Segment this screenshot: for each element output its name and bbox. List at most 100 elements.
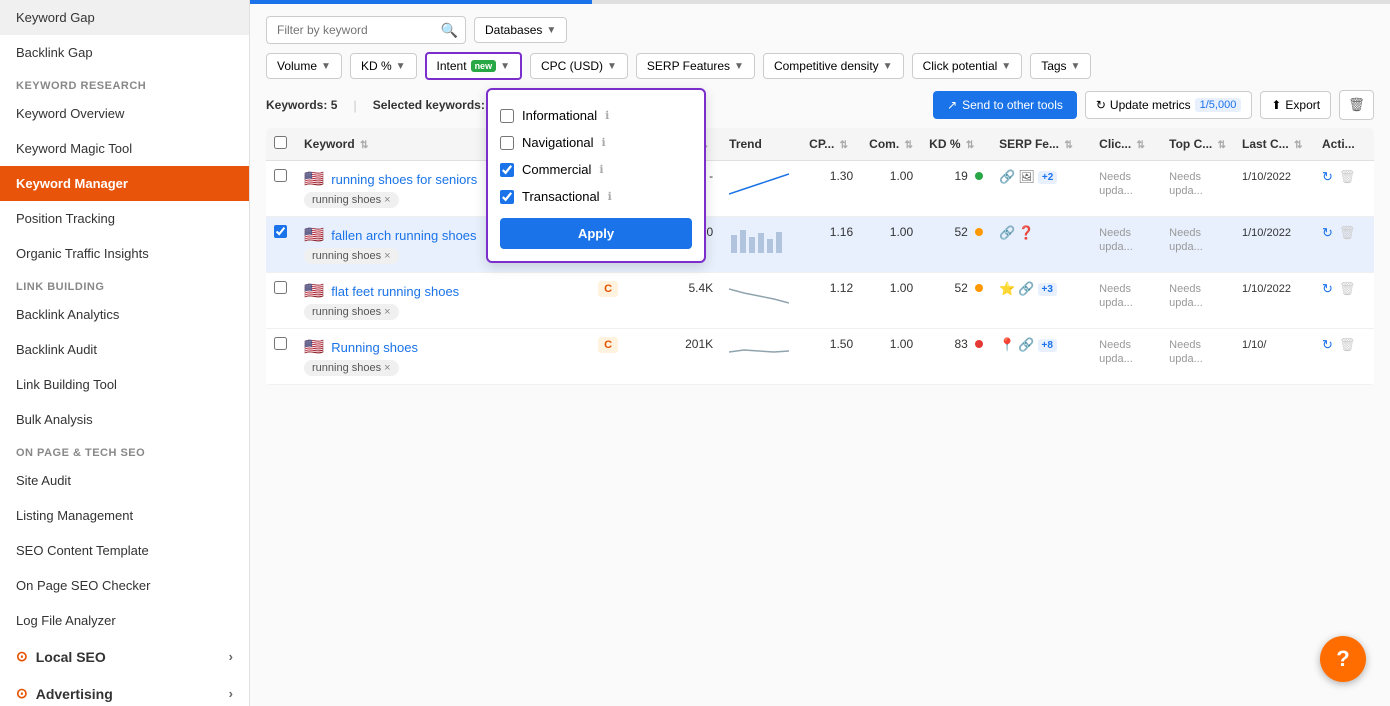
- sidebar-item-keyword-magic-tool[interactable]: Keyword Magic Tool: [0, 131, 249, 166]
- sidebar-item-link-building-tool[interactable]: Link Building Tool: [0, 367, 249, 402]
- info-icon[interactable]: ℹ: [608, 190, 612, 203]
- refresh-icon: ↻: [1096, 98, 1106, 112]
- delete-row-icon[interactable]: 🗑: [1339, 225, 1356, 241]
- row-checkbox-1[interactable]: [274, 225, 287, 238]
- sort-icon[interactable]: ⇅: [840, 140, 848, 151]
- topc-value: Needs upda...: [1169, 339, 1203, 365]
- sidebar-item-seo-content-template[interactable]: SEO Content Template: [0, 533, 249, 568]
- help-button[interactable]: ?: [1320, 636, 1366, 682]
- info-icon[interactable]: ℹ: [605, 109, 609, 122]
- sort-icon[interactable]: ⇅: [1064, 140, 1072, 151]
- intent-option-navigational[interactable]: Navigational ℹ: [500, 129, 692, 156]
- delete-row-icon[interactable]: 🗑: [1339, 169, 1356, 185]
- transactional-checkbox[interactable]: [500, 190, 514, 204]
- tag-remove-icon[interactable]: ×: [384, 250, 390, 262]
- serp-icons: 🔗🖼+2: [999, 169, 1083, 185]
- click-potential-label: Click potential: [923, 59, 998, 73]
- sidebar-item-backlink-analytics[interactable]: Backlink Analytics: [0, 297, 249, 332]
- keyword-link[interactable]: flat feet running shoes: [331, 284, 459, 299]
- send-icon: ↗: [947, 98, 957, 112]
- update-metrics-button[interactable]: ↻ Update metrics 1/5,000: [1085, 91, 1252, 119]
- row-checkbox-2[interactable]: [274, 281, 287, 294]
- sort-icon[interactable]: ⇅: [1218, 140, 1226, 151]
- sort-icon[interactable]: ⇅: [1294, 140, 1302, 151]
- keywords-count: 5: [331, 98, 338, 112]
- sort-icon[interactable]: ⇅: [1137, 140, 1145, 151]
- keyword-link[interactable]: running shoes for seniors: [331, 172, 477, 187]
- intent-option-transactional[interactable]: Transactional ℹ: [500, 183, 692, 210]
- refresh-row-icon[interactable]: ↻: [1322, 169, 1333, 185]
- tag-remove-icon[interactable]: ×: [384, 362, 390, 374]
- info-icon[interactable]: ℹ: [602, 136, 606, 149]
- sort-icon[interactable]: ⇅: [360, 140, 368, 151]
- sort-icon[interactable]: ⇅: [905, 140, 913, 151]
- sidebar-item-keyword-overview[interactable]: Keyword Overview: [0, 96, 249, 131]
- tag-remove-icon[interactable]: ×: [384, 194, 390, 206]
- kd-filter[interactable]: KD % ▼: [350, 53, 417, 79]
- sidebar-item-organic-traffic-insights[interactable]: Organic Traffic Insights: [0, 236, 249, 271]
- tag-remove-icon[interactable]: ×: [384, 306, 390, 318]
- intent-filter[interactable]: Intent new ▼: [425, 52, 522, 80]
- navigational-checkbox[interactable]: [500, 136, 514, 150]
- sidebar-item-backlink-audit[interactable]: Backlink Audit: [0, 332, 249, 367]
- cpc-filter[interactable]: CPC (USD) ▼: [530, 53, 628, 79]
- click-potential-filter[interactable]: Click potential ▼: [912, 53, 1023, 79]
- trash-icon: 🗑: [1348, 97, 1365, 112]
- sidebar-item-bulk-analysis[interactable]: Bulk Analysis: [0, 402, 249, 437]
- row-checkbox-0[interactable]: [274, 169, 287, 182]
- sidebar-category-advertising[interactable]: ⊙ Advertising ›: [0, 675, 249, 706]
- databases-dropdown[interactable]: Databases ▼: [474, 17, 567, 43]
- volume-filter[interactable]: Volume ▼: [266, 53, 342, 79]
- keyword-link[interactable]: fallen arch running shoes: [331, 228, 476, 243]
- apply-button[interactable]: Apply: [500, 218, 692, 249]
- chevron-down-icon: ▼: [607, 61, 617, 72]
- sidebar-item-on-page-seo-checker[interactable]: On Page SEO Checker: [0, 568, 249, 603]
- th-trend-label: Trend: [729, 137, 762, 151]
- send-to-other-tools-button[interactable]: ↗ Send to other tools: [933, 91, 1077, 119]
- sidebar-item-keyword-gap[interactable]: Keyword Gap: [0, 0, 249, 35]
- refresh-row-icon[interactable]: ↻: [1322, 337, 1333, 353]
- th-cpc: CP... ⇅: [801, 128, 861, 161]
- tags-filter[interactable]: Tags ▼: [1030, 53, 1091, 79]
- trend-cell: [721, 217, 801, 273]
- delete-row-icon[interactable]: 🗑: [1339, 337, 1356, 353]
- refresh-row-icon[interactable]: ↻: [1322, 281, 1333, 297]
- refresh-row-icon[interactable]: ↻: [1322, 225, 1333, 241]
- commercial-label: Commercial: [522, 162, 591, 177]
- sidebar-item-listing-management[interactable]: Listing Management: [0, 498, 249, 533]
- tags-label: Tags: [1041, 59, 1066, 73]
- sidebar-item-backlink-gap[interactable]: Backlink Gap: [0, 35, 249, 70]
- competitive-density-filter[interactable]: Competitive density ▼: [763, 53, 904, 79]
- keyword-link[interactable]: Running shoes: [331, 340, 418, 355]
- category-label: Local SEO: [36, 649, 106, 665]
- serp-features-filter[interactable]: SERP Features ▼: [636, 53, 755, 79]
- select-all-checkbox[interactable]: [274, 136, 287, 149]
- sidebar-item-position-tracking[interactable]: Position Tracking: [0, 201, 249, 236]
- delete-button[interactable]: 🗑: [1339, 90, 1374, 120]
- click-cell: Needs upda...: [1091, 217, 1161, 273]
- sidebar-item-log-file-analyzer[interactable]: Log File Analyzer: [0, 603, 249, 638]
- intent-option-informational[interactable]: Informational ℹ: [500, 102, 692, 129]
- info-icon[interactable]: ℹ: [599, 163, 603, 176]
- sort-icon[interactable]: ⇅: [966, 140, 974, 151]
- section-link-building: LINK BUILDING: [0, 271, 249, 297]
- sidebar: Keyword Gap Backlink Gap KEYWORD RESEARC…: [0, 0, 250, 706]
- commercial-checkbox[interactable]: [500, 163, 514, 177]
- sidebar-item-label: Backlink Gap: [16, 45, 93, 60]
- table-header-row: Keyword ⇅ Inte... ⇅ Volu... ⇅ Trend: [266, 128, 1374, 161]
- export-button[interactable]: ⬆ Export: [1260, 91, 1331, 119]
- row-checkbox-3[interactable]: [274, 337, 287, 350]
- delete-row-icon[interactable]: 🗑: [1339, 281, 1356, 297]
- search-input[interactable]: [266, 16, 466, 44]
- chevron-down-icon: ▼: [546, 25, 556, 36]
- click-value: Needs upda...: [1099, 283, 1133, 309]
- sidebar-category-local-seo[interactable]: ⊙ Local SEO ›: [0, 638, 249, 675]
- informational-checkbox[interactable]: [500, 109, 514, 123]
- sidebar-item-keyword-manager[interactable]: Keyword Manager: [0, 166, 249, 201]
- serp-icons: ⭐🔗+3: [999, 281, 1083, 297]
- topc-cell: Needs upda...: [1161, 329, 1234, 385]
- serp-feature-icon: 🔗: [1018, 281, 1034, 297]
- location-icon: ⊙: [16, 648, 28, 665]
- sidebar-item-site-audit[interactable]: Site Audit: [0, 463, 249, 498]
- intent-option-commercial[interactable]: Commercial ℹ: [500, 156, 692, 183]
